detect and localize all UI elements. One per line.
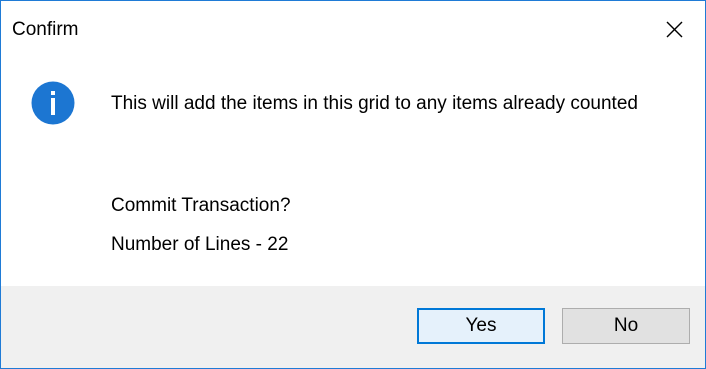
- message-text: This will add the items in this grid to …: [111, 93, 638, 114]
- button-bar: Yes No: [1, 286, 705, 368]
- dialog-content: This will add the items in this grid to …: [1, 63, 705, 286]
- detail-text: Number of Lines - 22: [111, 234, 289, 255]
- dialog-title: Confirm: [12, 19, 79, 40]
- info-icon: [31, 81, 75, 125]
- title-bar: Confirm: [1, 1, 705, 63]
- close-icon: [666, 21, 683, 38]
- no-button[interactable]: No: [562, 308, 690, 344]
- confirm-dialog: Confirm This will add the items in this …: [0, 0, 706, 369]
- yes-button[interactable]: Yes: [417, 308, 545, 344]
- question-text: Commit Transaction?: [111, 195, 291, 216]
- close-button[interactable]: [645, 1, 705, 59]
